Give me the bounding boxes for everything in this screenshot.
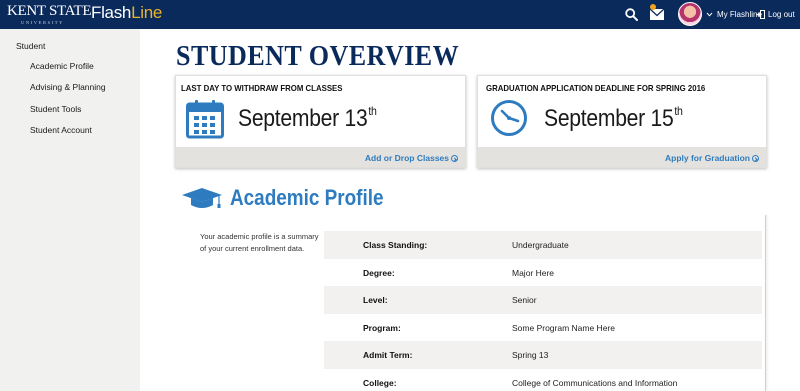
apply-for-graduation-label: Apply for Graduation [665, 153, 750, 163]
logout-link[interactable]: Log out [768, 10, 795, 19]
table-row: Degree: Major Here [324, 259, 762, 287]
sidebar-item-academic-profile[interactable]: Academic Profile [30, 61, 94, 71]
sidebar-heading-student[interactable]: Student [16, 41, 45, 51]
brand-main: KENT STATE [7, 3, 92, 19]
graduation-date: September 15th [544, 104, 683, 133]
avatar[interactable] [678, 2, 702, 26]
add-drop-classes-link[interactable]: Add or Drop Classes [365, 153, 458, 163]
table-row: Level: Senior [324, 286, 762, 314]
row-value: Spring 13 [512, 350, 549, 361]
withdraw-date: September 13th [238, 104, 377, 133]
table-row: Program: Some Program Name Here [324, 314, 762, 342]
row-label: College: [363, 377, 397, 388]
kent-state-logo[interactable]: KENT STATE UNIVERSITY [7, 3, 92, 26]
withdraw-date-text: September 13 [238, 105, 368, 132]
table-row: Admit Term: Spring 13 [324, 341, 762, 369]
graduation-date-text: September 15 [544, 105, 674, 132]
arrow-circle-icon [752, 155, 759, 162]
card-footer: Apply for Graduation [478, 147, 766, 167]
card-footer: Add or Drop Classes [176, 147, 465, 167]
row-label: Program: [363, 322, 401, 333]
search-icon[interactable] [625, 8, 638, 21]
divider [765, 215, 766, 391]
row-label: Class Standing: [363, 240, 428, 250]
row-label: Admit Term: [363, 350, 413, 361]
flashline-logo[interactable]: FlashLine [91, 3, 162, 23]
table-row: College: College of Communications and I… [324, 369, 762, 391]
table-row: Class Standing: Undergraduate [324, 231, 762, 259]
logout-icon[interactable] [756, 10, 765, 19]
arrow-circle-icon [451, 155, 458, 162]
row-value: Senior [512, 295, 537, 306]
profile-table: Class Standing: Undergraduate Degree: Ma… [324, 231, 762, 391]
academic-profile-title: Academic Profile [230, 185, 384, 210]
mail-notification-badge [650, 4, 656, 10]
row-label: Degree: [363, 267, 395, 278]
row-value: College of Communications and Informatio… [512, 377, 678, 388]
brand-sub: UNIVERSITY [21, 20, 64, 25]
page-title: STUDENT OVERVIEW [176, 41, 460, 72]
sidebar-item-student-tools[interactable]: Student Tools [30, 104, 81, 114]
flashline-logo-b: Line [131, 3, 163, 22]
row-value: Some Program Name Here [512, 322, 615, 333]
graduation-cap-icon [182, 188, 222, 208]
sidebar-item-student-account[interactable]: Student Account [30, 125, 92, 135]
row-value: Major Here [512, 267, 555, 278]
row-value: Undergraduate [512, 240, 569, 250]
apply-for-graduation-link[interactable]: Apply for Graduation [665, 153, 759, 163]
flashline-logo-a: Flash [91, 3, 132, 22]
card-heading: GRADUATION APPLICATION DEADLINE FOR SPRI… [486, 83, 706, 93]
chevron-down-icon[interactable] [706, 11, 713, 18]
clock-icon [491, 100, 527, 136]
calendar-icon [186, 100, 224, 139]
add-drop-classes-label: Add or Drop Classes [364, 153, 449, 163]
row-label: Level: [363, 295, 388, 306]
card-heading: LAST DAY TO WITHDRAW FROM CLASSES [181, 83, 343, 93]
profile-description: Your academic profile is a summary of yo… [200, 232, 319, 253]
withdraw-deadline-card: LAST DAY TO WITHDRAW FROM CLASSES Septem… [175, 75, 466, 168]
graduation-date-suffix: th [674, 104, 683, 118]
sidebar: Student Academic Profile Advising & Plan… [0, 29, 140, 391]
graduation-deadline-card: GRADUATION APPLICATION DEADLINE FOR SPRI… [477, 75, 767, 168]
top-bar: KENT STATE UNIVERSITY FlashLine My Flash… [0, 0, 800, 29]
withdraw-date-suffix: th [368, 104, 377, 118]
sidebar-item-advising-planning[interactable]: Advising & Planning [30, 82, 106, 92]
